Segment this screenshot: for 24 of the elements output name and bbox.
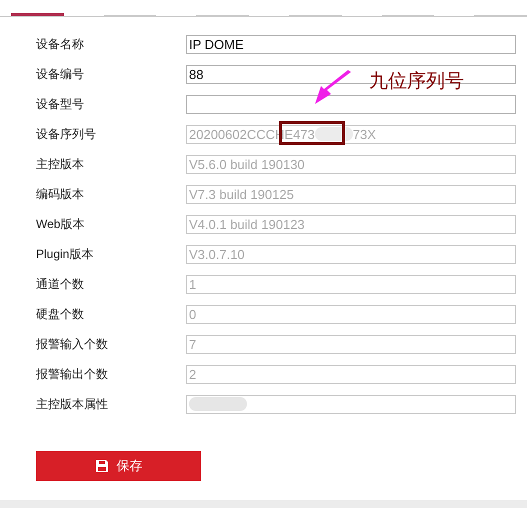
tab-indicator[interactable] — [289, 15, 342, 16]
save-button[interactable]: 保存 — [36, 451, 201, 481]
field-label: 通道个数 — [36, 276, 85, 292]
save-icon — [94, 459, 108, 473]
field-label: Plugin版本 — [36, 246, 94, 262]
field-label: Web版本 — [36, 216, 86, 232]
field-label: 设备序列号 — [36, 126, 97, 142]
field-label: 硬盘个数 — [36, 306, 85, 322]
input-field[interactable]: IP DOME — [186, 34, 516, 54]
field-label: 主控版本 — [36, 156, 85, 172]
tab-indicator[interactable] — [196, 15, 250, 16]
field-label: 设备编号 — [36, 66, 85, 82]
tab-indicator[interactable] — [11, 13, 64, 16]
tab-indicator[interactable] — [474, 15, 527, 16]
field-label: 报警输入个数 — [36, 336, 109, 352]
field-label: 设备名称 — [36, 36, 85, 52]
arrow-icon — [313, 70, 353, 106]
input-field[interactable] — [186, 94, 516, 114]
tab-indicator[interactable] — [104, 15, 156, 16]
field-label: 报警输出个数 — [36, 366, 109, 382]
field-label: 编码版本 — [36, 186, 85, 202]
field-label: 设备型号 — [36, 96, 85, 112]
field-label: 主控版本属性 — [36, 396, 109, 412]
tab-indicator[interactable] — [382, 15, 434, 16]
